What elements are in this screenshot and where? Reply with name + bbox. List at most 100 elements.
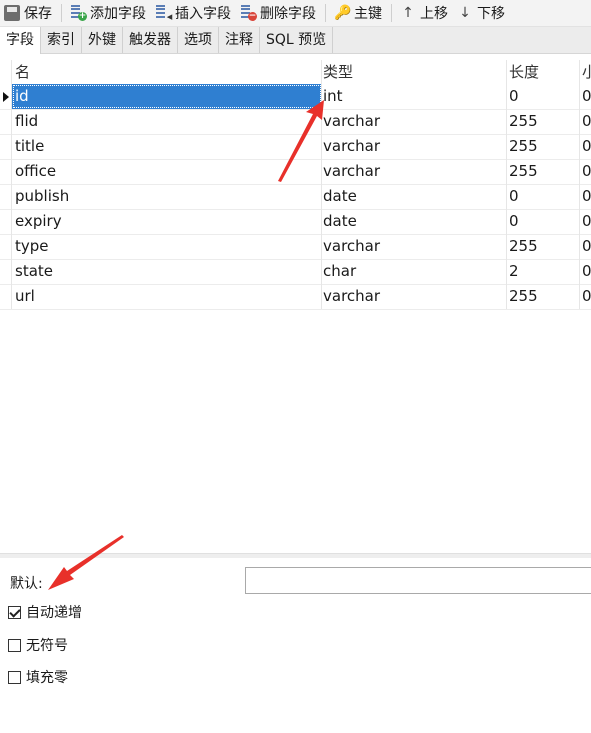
toolbar-separator <box>61 4 62 22</box>
delete-field-label: 删除字段 <box>260 6 316 22</box>
cell-type[interactable]: varchar <box>320 134 507 159</box>
cell-name[interactable]: state <box>12 259 322 284</box>
cell-decimal[interactable]: 0 <box>579 159 591 184</box>
arrow-down-icon: ↓ <box>459 5 471 21</box>
auto-increment-label: 自动递增 <box>26 605 82 621</box>
tab-fields[interactable]: 字段 <box>0 27 41 54</box>
cell-name[interactable]: office <box>12 159 322 184</box>
table-row[interactable]: state char 2 0 <box>0 259 591 285</box>
row-indicator <box>0 209 12 234</box>
current-row-marker-icon <box>3 92 9 102</box>
default-label: 默认: <box>10 576 43 592</box>
default-value-input[interactable] <box>245 567 591 594</box>
insert-field-button[interactable]: ◂ 插入字段 <box>151 1 236 25</box>
zerofill-option[interactable]: 填充零 <box>8 667 68 687</box>
cell-length[interactable]: 255 <box>506 159 580 184</box>
cell-type[interactable]: date <box>320 209 507 234</box>
auto-increment-checkbox[interactable] <box>8 605 21 619</box>
cell-decimal[interactable]: 0 <box>579 259 591 284</box>
column-header-type[interactable]: 类型 <box>320 60 507 85</box>
cell-type[interactable]: varchar <box>320 159 507 184</box>
cell-length[interactable]: 0 <box>506 209 580 234</box>
cell-length[interactable]: 2 <box>506 259 580 284</box>
zerofill-checkbox[interactable] <box>8 670 21 684</box>
toolbar: 保存 + 添加字段 ◂ 插入字段 − 删除字段 🔑 主键 ↑ 上移 ↓ 下移 <box>0 0 591 27</box>
cell-name[interactable]: title <box>12 134 322 159</box>
row-indicator <box>0 259 12 284</box>
column-header-name[interactable]: 名 <box>12 60 322 85</box>
cell-length[interactable]: 255 <box>506 234 580 259</box>
cell-decimal[interactable]: 0 <box>579 109 591 134</box>
tab-bar: 字段 索引 外键 触发器 选项 注释 SQL 预览 <box>0 27 591 54</box>
cell-type[interactable]: varchar <box>320 284 507 309</box>
row-indicator <box>0 109 12 134</box>
table-row[interactable]: title varchar 255 0 <box>0 134 591 160</box>
auto-increment-option[interactable]: 自动递增 <box>8 602 82 622</box>
row-indicator <box>0 234 12 259</box>
tab-options[interactable]: 选项 <box>178 27 219 53</box>
insert-field-icon: ◂ <box>155 5 172 22</box>
cell-decimal[interactable]: 0 <box>579 209 591 234</box>
annotation-arrow-to-auto-increment <box>48 535 124 590</box>
table-row[interactable]: id int 0 0 <box>0 84 591 110</box>
panel-splitter[interactable] <box>0 553 591 558</box>
primary-key-label: 主键 <box>354 6 382 22</box>
table-row[interactable]: flid varchar 255 0 <box>0 109 591 135</box>
cell-name[interactable]: type <box>12 234 322 259</box>
table-row[interactable]: publish date 0 0 <box>0 184 591 210</box>
toolbar-separator <box>391 4 392 22</box>
row-indicator <box>0 159 12 184</box>
tab-triggers[interactable]: 触发器 <box>123 27 178 53</box>
delete-field-icon: − <box>240 5 257 21</box>
add-field-button[interactable]: + 添加字段 <box>66 1 151 25</box>
cell-type[interactable]: char <box>320 259 507 284</box>
unsigned-option[interactable]: 无符号 <box>8 635 68 655</box>
toolbar-separator <box>325 4 326 22</box>
cell-name[interactable]: expiry <box>12 209 322 234</box>
cell-length[interactable]: 255 <box>506 109 580 134</box>
table-row[interactable]: type varchar 255 0 <box>0 234 591 260</box>
cell-type[interactable]: date <box>320 184 507 209</box>
column-header-decimal[interactable]: 小 <box>579 60 591 85</box>
cell-length[interactable]: 0 <box>506 84 580 109</box>
table-row[interactable]: expiry date 0 0 <box>0 209 591 235</box>
save-button[interactable]: 保存 <box>0 1 57 25</box>
cell-name[interactable]: id <box>12 84 322 109</box>
cell-type[interactable]: int <box>320 84 507 109</box>
cell-length[interactable]: 255 <box>506 284 580 309</box>
cell-type[interactable]: varchar <box>320 109 507 134</box>
row-indicator <box>0 284 12 309</box>
cell-decimal[interactable]: 0 <box>579 134 591 159</box>
row-indicator <box>0 184 12 209</box>
insert-field-label: 插入字段 <box>175 6 231 22</box>
cell-length[interactable]: 255 <box>506 134 580 159</box>
save-icon <box>4 5 20 21</box>
cell-name[interactable]: flid <box>12 109 322 134</box>
column-header-length[interactable]: 长度 <box>506 60 580 85</box>
tab-comment[interactable]: 注释 <box>219 27 260 53</box>
move-down-button[interactable]: ↓ 下移 <box>453 1 510 25</box>
tab-foreign-keys[interactable]: 外键 <box>82 27 123 53</box>
cell-type[interactable]: varchar <box>320 234 507 259</box>
unsigned-checkbox[interactable] <box>8 638 21 652</box>
grid-header: 名 类型 长度 小 <box>0 60 591 85</box>
primary-key-button[interactable]: 🔑 主键 <box>330 1 387 25</box>
table-row[interactable]: office varchar 255 0 <box>0 159 591 185</box>
cell-name[interactable]: publish <box>12 184 322 209</box>
move-up-button[interactable]: ↑ 上移 <box>396 1 453 25</box>
tab-sql-preview[interactable]: SQL 预览 <box>260 27 334 53</box>
add-field-label: 添加字段 <box>90 6 146 22</box>
tab-indexes[interactable]: 索引 <box>41 27 82 53</box>
cell-decimal[interactable]: 0 <box>579 284 591 309</box>
cell-decimal[interactable]: 0 <box>579 184 591 209</box>
row-indicator <box>0 84 12 109</box>
delete-field-button[interactable]: − 删除字段 <box>236 1 321 25</box>
unsigned-label: 无符号 <box>26 638 68 654</box>
cell-name[interactable]: url <box>12 284 322 309</box>
move-down-label: 下移 <box>477 6 505 22</box>
table-row[interactable]: url varchar 255 0 <box>0 284 591 310</box>
cell-decimal[interactable]: 0 <box>579 234 591 259</box>
cell-decimal[interactable]: 0 <box>579 84 591 109</box>
header-indicator <box>0 60 12 85</box>
cell-length[interactable]: 0 <box>506 184 580 209</box>
